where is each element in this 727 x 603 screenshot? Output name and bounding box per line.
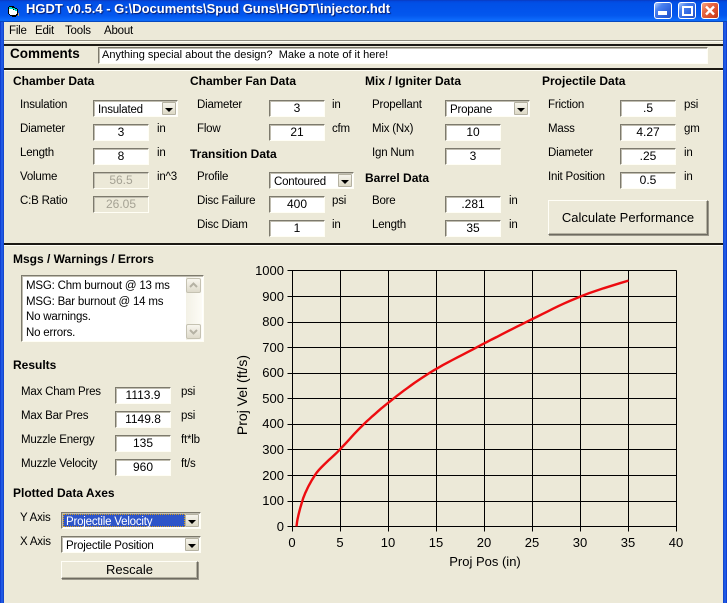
svg-text:25: 25: [525, 535, 539, 550]
svg-text:300: 300: [262, 442, 284, 457]
svg-text:5: 5: [336, 535, 343, 550]
svg-text:0: 0: [277, 519, 284, 534]
svg-text:Proj Pos (in): Proj Pos (in): [449, 554, 521, 569]
svg-text:10: 10: [381, 535, 395, 550]
svg-text:400: 400: [262, 416, 284, 431]
svg-text:40: 40: [669, 535, 683, 550]
svg-text:0: 0: [288, 535, 295, 550]
svg-text:800: 800: [262, 314, 284, 329]
svg-text:1000: 1000: [255, 263, 284, 278]
svg-text:600: 600: [262, 365, 284, 380]
svg-text:15: 15: [429, 535, 443, 550]
svg-text:20: 20: [477, 535, 491, 550]
svg-text:500: 500: [262, 391, 284, 406]
svg-text:35: 35: [621, 535, 635, 550]
svg-text:200: 200: [262, 468, 284, 483]
svg-text:900: 900: [262, 289, 284, 304]
svg-text:30: 30: [573, 535, 587, 550]
svg-text:Proj Vel (ft/s): Proj Vel (ft/s): [234, 355, 250, 435]
svg-text:100: 100: [262, 493, 284, 508]
svg-text:700: 700: [262, 340, 284, 355]
